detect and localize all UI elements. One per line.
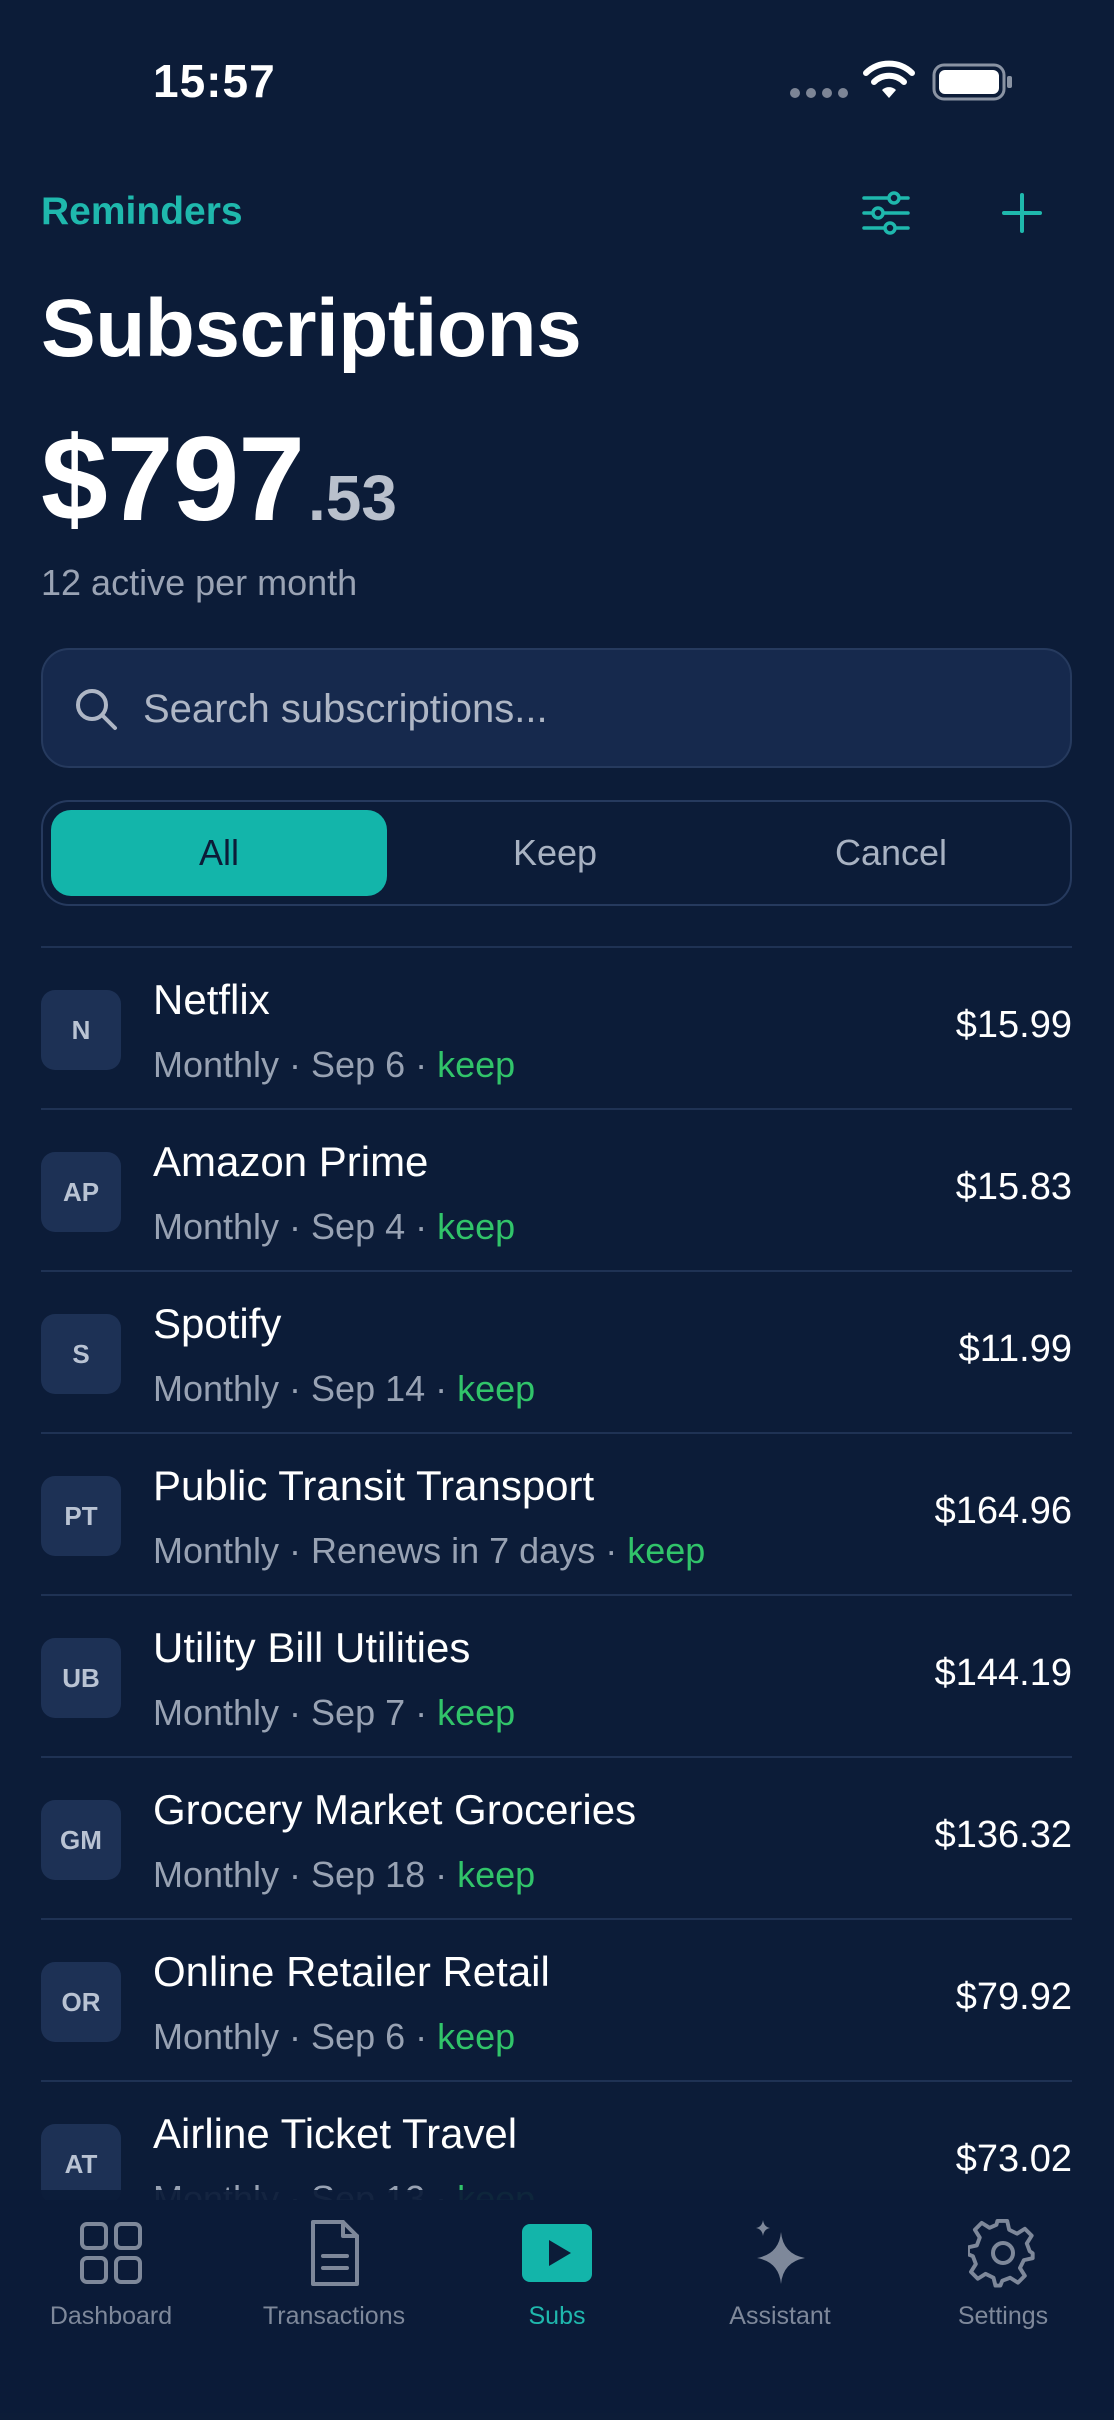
subscription-price: $73.02	[955, 2138, 1072, 2180]
subscription-schedule: Monthly · Sep 7 ·	[153, 1692, 438, 1733]
battery-icon	[932, 63, 1012, 101]
subscription-price: $136.32	[934, 1814, 1072, 1856]
subscription-price: $11.99	[958, 1328, 1072, 1370]
tab-transactions[interactable]: Transactions	[234, 2218, 434, 2331]
total-dollars: $797	[41, 412, 305, 546]
page-title: Subscriptions	[41, 283, 582, 374]
total-cents: .53	[307, 462, 397, 534]
subscription-row[interactable]: PT Public Transit Transport Monthly · Re…	[41, 1434, 1072, 1596]
search-icon	[76, 689, 117, 730]
status-time: 15:57	[153, 55, 276, 107]
subscription-name: Online Retailer Retail	[153, 1948, 550, 1995]
subscription-price: $15.99	[955, 1004, 1072, 1046]
subscription-row[interactable]: AP Amazon Prime Monthly · Sep 4 · keep $…	[41, 1110, 1072, 1272]
subscription-avatar: OR	[41, 1962, 121, 2042]
active-count-text: 12 active per month	[41, 562, 358, 603]
sparkle-icon	[756, 2220, 805, 2284]
gear-icon	[968, 2218, 1035, 2288]
cellular-signal-icon	[790, 88, 848, 98]
tab-label: Transactions	[262, 2302, 406, 2330]
subscription-avatar: N	[41, 990, 121, 1070]
subscription-name: Utility Bill Utilities	[153, 1624, 471, 1671]
subscriptions-screen: 15:57 Reminders Subscriptions $797.53 12…	[0, 0, 1114, 2420]
filter-tab-keep[interactable]: Keep	[387, 810, 723, 896]
subscription-avatar: UB	[41, 1638, 121, 1718]
subscription-status: keep	[437, 1692, 516, 1733]
add-icon[interactable]	[995, 186, 1049, 240]
subscription-avatar: PT	[41, 1476, 121, 1556]
subscription-avatar: S	[41, 1314, 121, 1394]
subscription-schedule: Monthly · Sep 18 ·	[153, 1854, 458, 1895]
subscription-status: keep	[457, 1854, 536, 1895]
subscription-avatar: AP	[41, 1152, 121, 1232]
tab-settings[interactable]: Settings	[903, 2218, 1103, 2331]
play-icon	[522, 2224, 592, 2282]
tab-dashboard[interactable]: Dashboard	[11, 2218, 211, 2331]
filter-tab-cancel[interactable]: Cancel	[723, 810, 1059, 896]
subscription-schedule: Monthly · Sep 14 ·	[153, 1368, 458, 1409]
subscription-details: Monthly · Sep 6 · keep	[153, 1044, 515, 1086]
tab-label: Subs	[528, 2302, 586, 2330]
subscription-schedule: Monthly · Renews in 7 days ·	[153, 1530, 628, 1571]
subscription-name: Public Transit Transport	[153, 1462, 595, 1509]
document-icon	[311, 2220, 359, 2286]
subscription-price: $144.19	[934, 1652, 1072, 1694]
tab-subs[interactable]: Subs	[457, 2218, 657, 2331]
tab-label: Settings	[957, 2302, 1049, 2330]
subscription-details: Monthly · Sep 6 · keep	[153, 2016, 515, 2058]
subscription-status: keep	[457, 1368, 536, 1409]
subscription-details: Monthly · Sep 7 · keep	[153, 1692, 515, 1734]
tab-label: Dashboard	[49, 2302, 173, 2330]
grid-icon	[80, 2222, 142, 2284]
tab-assistant[interactable]: Assistant	[680, 2218, 880, 2331]
subscription-price: $15.83	[955, 1166, 1072, 1208]
status-filter-segmented-control: All Keep Cancel	[41, 800, 1072, 906]
subscription-details: Monthly · Renews in 7 days · keep	[153, 1530, 705, 1572]
subscription-price: $164.96	[934, 1490, 1072, 1532]
monthly-total: $797.53	[41, 410, 397, 548]
subscription-name: Grocery Market Groceries	[153, 1786, 637, 1833]
subscription-details: Monthly · Sep 18 · keep	[153, 1854, 535, 1896]
subscription-schedule: Monthly · Sep 6 ·	[153, 2016, 438, 2057]
subscription-price: $79.92	[955, 1976, 1072, 2018]
filter-tab-all[interactable]: All	[51, 810, 387, 896]
subscription-status: keep	[627, 1530, 706, 1571]
tab-label: Assistant	[729, 2302, 831, 2330]
subscription-row[interactable]: GM Grocery Market Groceries Monthly · Se…	[41, 1758, 1072, 1920]
subscription-name: Netflix	[153, 976, 270, 1023]
bottom-tab-bar: Dashboard Transactions Subs Assistant Se…	[0, 2190, 1114, 2420]
subscription-avatar: GM	[41, 1800, 121, 1880]
subscription-row[interactable]: OR Online Retailer Retail Monthly · Sep …	[41, 1920, 1072, 2082]
subscription-row[interactable]: UB Utility Bill Utilities Monthly · Sep …	[41, 1596, 1072, 1758]
subscription-name: Spotify	[153, 1300, 282, 1347]
subscription-schedule: Monthly · Sep 6 ·	[153, 1044, 438, 1085]
subscription-details: Monthly · Sep 4 · keep	[153, 1206, 515, 1248]
search-input[interactable]	[143, 678, 1043, 740]
filter-sliders-icon[interactable]	[860, 188, 912, 238]
status-bar: 15:57	[0, 0, 1114, 160]
subscription-details: Monthly · Sep 14 · keep	[153, 1368, 535, 1410]
subscription-list: N Netflix Monthly · Sep 6 · keep $15.99 …	[41, 946, 1072, 2200]
subscription-status: keep	[437, 2016, 516, 2057]
subscription-schedule: Monthly · Sep 4 ·	[153, 1206, 438, 1247]
subscription-row[interactable]: N Netflix Monthly · Sep 6 · keep $15.99	[41, 948, 1072, 1110]
search-bar[interactable]	[41, 648, 1072, 768]
subscription-status: keep	[437, 1044, 516, 1085]
wifi-icon	[863, 60, 915, 98]
subscription-row[interactable]: AT Airline Ticket Travel Monthly · Sep 1…	[41, 2082, 1072, 2200]
subscription-row[interactable]: S Spotify Monthly · Sep 14 · keep $11.99	[41, 1272, 1072, 1434]
subscription-status: keep	[437, 1206, 516, 1247]
subscription-avatar: AT	[41, 2124, 121, 2200]
subscription-name: Amazon Prime	[153, 1138, 429, 1185]
reminders-link[interactable]: Reminders	[41, 190, 243, 234]
subscription-name: Airline Ticket Travel	[153, 2110, 518, 2157]
